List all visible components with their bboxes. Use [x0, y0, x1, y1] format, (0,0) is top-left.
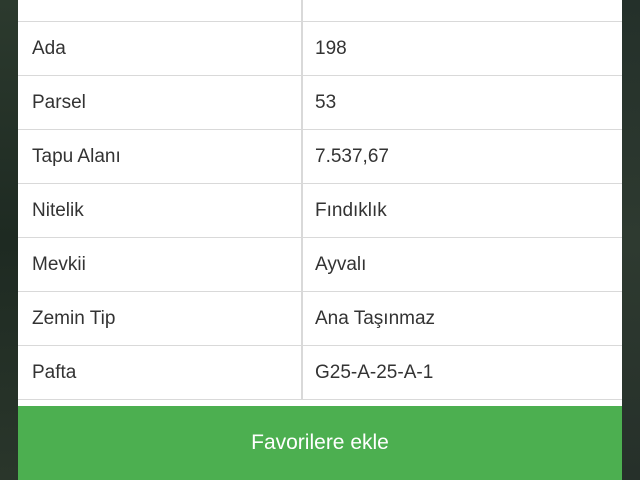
property-details-card: Mahalle No 143932 Ada 198 Parsel 53 Tapu…	[18, 0, 622, 480]
row-value: 198	[315, 37, 347, 59]
row-value: G25-A-25-A-1	[315, 361, 434, 383]
row-label: Ada	[18, 22, 303, 75]
row-value: 53	[315, 91, 337, 113]
row-label: Mevkii	[18, 238, 303, 291]
row-label: Pafta	[18, 346, 303, 399]
row-label: Nitelik	[18, 184, 303, 237]
row-label: Zemin Tip	[18, 292, 303, 345]
row-label: Mahalle No	[18, 0, 303, 21]
row-label: Parsel	[18, 76, 303, 129]
row-value: Ana Taşınmaz	[315, 307, 436, 329]
table-row: Mahalle No 143932	[18, 0, 622, 22]
table-row: Mevkii Ayvalı	[18, 238, 622, 292]
details-table: Mahalle No 143932 Ada 198 Parsel 53 Tapu…	[18, 0, 622, 400]
row-value: 7.537,67	[315, 145, 389, 167]
table-row: Pafta G25-A-25-A-1	[18, 346, 622, 400]
row-label: Tapu Alanı	[18, 130, 303, 183]
table-row: Tapu Alanı 7.537,67	[18, 130, 622, 184]
background-right-edge	[622, 0, 640, 480]
row-value: Ayvalı	[315, 253, 367, 275]
table-row: Ada 198	[18, 22, 622, 76]
row-value: Fındıklık	[315, 199, 387, 221]
row-value: 143932	[303, 0, 622, 21]
add-to-favorites-button[interactable]: Favorilere ekle	[18, 406, 622, 480]
background-left-edge	[0, 0, 18, 480]
table-row: Parsel 53	[18, 76, 622, 130]
table-row: Nitelik Fındıklık	[18, 184, 622, 238]
table-row: Zemin Tip Ana Taşınmaz	[18, 292, 622, 346]
